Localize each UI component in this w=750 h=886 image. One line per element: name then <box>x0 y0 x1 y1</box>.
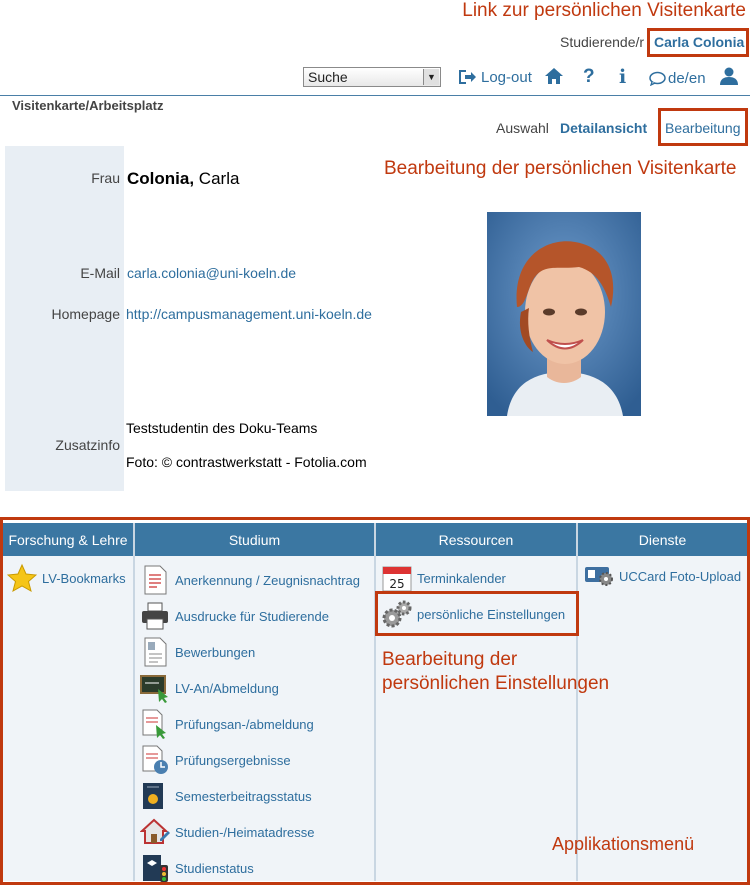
info-label: Zusatzinfo <box>55 437 120 453</box>
info-line-2: Foto: © contrastwerkstatt - Fotolia.com <box>126 454 367 470</box>
home-icon[interactable] <box>544 67 564 85</box>
logout-label: Log-out <box>481 68 532 86</box>
email-link[interactable]: carla.colonia@uni-koeln.de <box>127 265 296 281</box>
page-title: Visitenkarte/Arbeitsplatz <box>12 98 164 113</box>
user-role: Studierende/r <box>560 34 645 50</box>
language-label: de/en <box>668 70 706 87</box>
tab-bearbeitung[interactable]: Bearbeitung <box>665 120 741 136</box>
info-line-1: Teststudentin des Doku-Teams <box>126 420 318 436</box>
email-label: E-Mail <box>80 265 120 281</box>
help-icon[interactable]: ? <box>583 66 595 88</box>
homepage-link[interactable]: http://campusmanagement.uni-koeln.de <box>126 306 372 322</box>
card-name: Colonia, Carla <box>127 169 239 189</box>
last-name: Colonia, <box>127 169 195 188</box>
profile-photo <box>487 212 641 416</box>
chevron-down-icon: ▼ <box>423 69 439 85</box>
annotation-visitenkarte-link: Link zur persönlichen Visitenkarte <box>462 0 746 21</box>
info-icon[interactable]: i <box>619 66 626 88</box>
logout-icon <box>457 68 477 86</box>
search-select-value: Suche <box>308 69 348 85</box>
header-divider <box>0 95 750 96</box>
language-switch[interactable]: de/en <box>649 70 706 87</box>
search-select[interactable]: Suche ▼ <box>303 67 441 87</box>
user-profile-icon[interactable] <box>719 66 739 86</box>
speech-bubble-icon <box>649 71 666 86</box>
homepage-label: Homepage <box>51 306 121 322</box>
salutation-label: Frau <box>91 170 120 186</box>
tab-detailansicht[interactable]: Detailansicht <box>560 120 647 136</box>
application-menu-highlight <box>0 517 750 885</box>
tab-auswahl[interactable]: Auswahl <box>496 120 549 136</box>
user-name-link[interactable]: Carla Colonia <box>654 34 744 50</box>
first-name: Carla <box>198 169 240 188</box>
annotation-bearbeitung-visitenkarte: Bearbeitung der persönlichen Visitenkart… <box>384 158 737 179</box>
logout-button[interactable]: Log-out <box>457 68 532 86</box>
